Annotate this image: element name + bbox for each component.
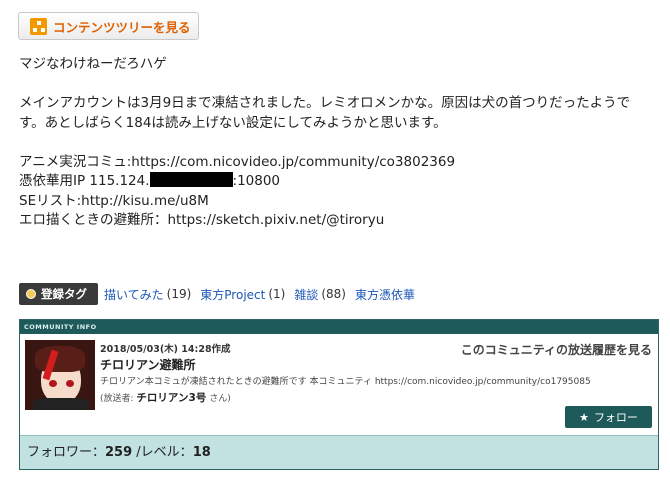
community-owner: (放送者: チロリアン3号 さん) [100, 390, 231, 405]
tag-link[interactable]: 雑談 [294, 286, 318, 303]
tag-bar: 登録タグ 描いてみた (19) 東方Project (1) 雑談 (88) 東方… [19, 282, 418, 306]
community-name[interactable]: チロリアン避難所 [100, 356, 196, 373]
community-url-line: アニメ実況コミュ:https://com.nicovideo.jp/commun… [19, 153, 456, 170]
broadcast-history-link[interactable]: このコミュニティの放送履歴を見る [461, 341, 652, 358]
content-tree-button[interactable]: コンテンツツリーを見る [18, 12, 199, 40]
ip-line: 憑依華用IP 115.124. :10800 [19, 172, 659, 192]
community-description: チロリアン本コミュが凍結されたときの避難所です 本コミュニティ https://… [100, 377, 591, 387]
pixiv-line: エロ描くときの避難所：https://sketch.pixiv.net/@tir… [19, 212, 385, 228]
tag-badge-label: 登録タグ [41, 287, 87, 301]
tag-count: (88) [321, 287, 346, 301]
community-avatar[interactable] [25, 340, 95, 410]
tag-link[interactable]: 東方Project [200, 286, 265, 303]
description: マジなわけねーだろハゲ メインアカウントは3月9日まで凍結されました。レミオロメ… [19, 55, 659, 231]
ip-prefix: 憑依華用IP 115.124. [19, 173, 150, 189]
ip-suffix: :10800 [232, 173, 281, 189]
description-line: す。あとしばらく184は読み上げない設定にしてみようかと思います。 [19, 114, 447, 131]
tag-link[interactable]: 描いてみた [104, 286, 164, 303]
followers-count: 259 [105, 445, 133, 460]
content-tree-label: コンテンツツリーを見る [53, 19, 191, 35]
owner-suffix: さん) [209, 394, 231, 404]
follow-label: フォロー [593, 411, 638, 424]
follow-button[interactable]: ★ フォロー [565, 406, 652, 428]
se-list-line: SEリスト:http://kisu.me/u8M [19, 192, 209, 209]
community-created-date: 2018/05/03(木) 14:28作成 [100, 344, 231, 355]
owner-name: チロリアン3号 [136, 392, 207, 404]
followers-label: フォロワー： [27, 445, 106, 460]
owner-prefix: (放送者: [100, 394, 134, 404]
community-info-header: COMMUNITY INFO [20, 320, 658, 334]
tree-icon [30, 17, 47, 35]
description-line: メインアカウントは3月9日まで凍結されました。レミオロメンかな。原因は犬の首つり… [19, 95, 631, 111]
tag-count: (19) [166, 287, 192, 301]
redaction-block [149, 172, 233, 187]
tag-count: (1) [268, 287, 286, 301]
tag-badge: 登録タグ [19, 283, 98, 305]
star-icon: ★ [579, 410, 589, 424]
description-line: マジなわけねーだろハゲ [19, 56, 167, 72]
community-stats: フォロワー：259 /レベル：18 [20, 435, 658, 469]
level-value: 18 [192, 445, 211, 460]
community-info-panel: COMMUNITY INFO 2018/05/03(木) 14:28作成 チロリ… [19, 319, 659, 470]
tag-dot-icon [26, 289, 36, 299]
tag-link[interactable]: 東方憑依華 [355, 286, 415, 303]
level-label: /レベル： [136, 445, 193, 460]
